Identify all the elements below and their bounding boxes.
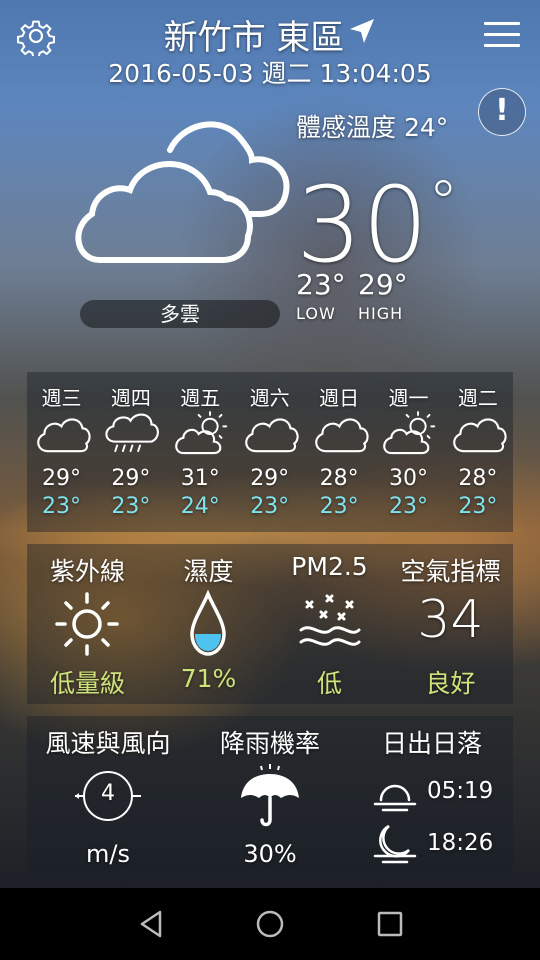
cloudy-large-icon <box>70 110 295 280</box>
feels-like-temperature: 體感溫度 24° <box>296 113 449 142</box>
air-metrics-panel: 紫外線 低量級 濕度 71% PM2.5 低 空氣指標 34 良好 <box>27 544 513 704</box>
forecast-low: 23° <box>250 494 290 519</box>
high-label: HIGH <box>358 304 404 323</box>
forecast-low: 23° <box>111 494 151 519</box>
water-drop-icon <box>190 589 226 656</box>
aqi-title: 空氣指標 <box>400 557 501 586</box>
forecast-day-name: 週五 <box>180 386 221 410</box>
sun-title: 日出日落 <box>381 729 482 758</box>
sunset-time: 18:26 <box>427 830 494 856</box>
forecast-day-name: 週二 <box>457 386 498 410</box>
cloudy-icon <box>453 418 508 453</box>
sunrise-time: 05:19 <box>427 778 494 804</box>
forecast-day-name: 週一 <box>388 386 429 410</box>
rain-title: 降雨機率 <box>219 729 320 758</box>
pm25-metric: PM2.5 低 <box>269 544 390 704</box>
alert-button[interactable]: ! <box>478 88 526 136</box>
forecast-high: 29° <box>250 466 290 491</box>
forecast-day[interactable]: 週六 29° 23° <box>235 372 304 532</box>
cloudy-icon <box>314 418 369 453</box>
sun-icon <box>55 592 119 656</box>
weekly-forecast-panel[interactable]: 週三 29° 23° 週四 29° 23° 週五 31° 24° 週六 29° 23° 週日 28° 23°… <box>27 372 513 532</box>
forecast-high: 28° <box>458 466 498 491</box>
forecast-high: 31° <box>180 466 220 491</box>
forecast-day[interactable]: 週五 31° 24° <box>166 372 235 532</box>
date-time: 2016-05-03 週二 13:04:05 <box>108 59 432 88</box>
forecast-low: 23° <box>319 494 359 519</box>
forecast-high: 29° <box>111 466 151 491</box>
forecast-low: 23° <box>389 494 428 519</box>
location-arrow-icon <box>348 14 376 43</box>
aqi-value: 良好 <box>425 669 476 698</box>
wind-unit: m/s <box>86 840 130 868</box>
uv-title: 紫外線 <box>49 557 125 586</box>
wind-rain-sun-panel: 風速與風向 4 m/s 降雨機率 30% 日出日落 05:19 18:26 <box>27 716 513 876</box>
partly-sunny-icon <box>174 411 227 455</box>
city-location[interactable]: 新竹市 東區 <box>0 10 540 59</box>
forecast-low: 24° <box>180 494 220 519</box>
weather-condition: 多雲 <box>80 300 280 328</box>
partly-sunny-icon <box>383 411 436 455</box>
uv-value: 低量級 <box>49 669 125 698</box>
pm25-title: PM2.5 <box>291 552 368 581</box>
forecast-low: 23° <box>42 494 81 519</box>
moonset-icon <box>373 824 417 864</box>
hamburger-menu-icon[interactable] <box>484 22 520 52</box>
forecast-high: 29° <box>42 466 81 491</box>
back-icon[interactable] <box>136 908 168 940</box>
rain-chance: 30% <box>243 840 297 868</box>
aqi-metric: 空氣指標 34 良好 <box>390 544 511 704</box>
wind-section: 風速與風向 4 m/s <box>27 716 189 876</box>
cloudy-icon <box>245 418 299 453</box>
forecast-high: 30° <box>389 466 428 491</box>
humidity-metric: 濕度 71% <box>148 544 269 704</box>
forecast-day[interactable]: 週一 30° 23° <box>374 372 443 532</box>
cloudy-icon <box>37 418 91 453</box>
forecast-day-name: 週六 <box>249 386 290 410</box>
low-temp: 23° <box>296 268 346 301</box>
current-temp-unit: ° <box>428 168 459 238</box>
forecast-day[interactable]: 週三 29° 23° <box>27 372 96 532</box>
current-temperature: 30° <box>296 148 458 280</box>
high-temp: 29° <box>358 268 408 301</box>
wind-speed: 4 <box>101 781 115 806</box>
sunset-row: 18:26 <box>373 822 513 870</box>
android-nav-bar <box>0 888 540 960</box>
city-name: 新竹市 東區 <box>163 18 345 58</box>
forecast-day[interactable]: 週四 29° 23° <box>96 372 165 532</box>
rain-section: 降雨機率 30% <box>189 716 351 876</box>
umbrella-icon <box>241 764 299 827</box>
pm25-value: 低 <box>316 669 342 698</box>
forecast-high: 28° <box>319 466 359 491</box>
uv-metric: 紫外線 低量級 <box>27 544 148 704</box>
low-label: LOW <box>296 304 336 323</box>
home-icon[interactable] <box>254 908 286 940</box>
sun-section: 日出日落 05:19 18:26 <box>351 716 513 876</box>
humidity-value: 71% <box>180 664 237 693</box>
forecast-day[interactable]: 週二 28° 23° <box>443 372 512 532</box>
humidity-title: 濕度 <box>183 557 234 586</box>
aqi-number: 34 <box>417 590 484 650</box>
haze-icon <box>299 594 361 646</box>
rain-cloud-icon <box>105 413 160 453</box>
recents-icon[interactable] <box>374 908 406 940</box>
forecast-day-name: 週四 <box>110 386 151 410</box>
forecast-day-name: 週三 <box>41 386 82 410</box>
sunrise-icon <box>373 784 417 812</box>
sunrise-row: 05:19 <box>373 770 513 818</box>
forecast-low: 23° <box>458 494 498 519</box>
forecast-day-name: 週日 <box>319 386 360 410</box>
wind-title: 風速與風向 <box>45 729 171 758</box>
forecast-day[interactable]: 週日 28° 23° <box>305 372 374 532</box>
